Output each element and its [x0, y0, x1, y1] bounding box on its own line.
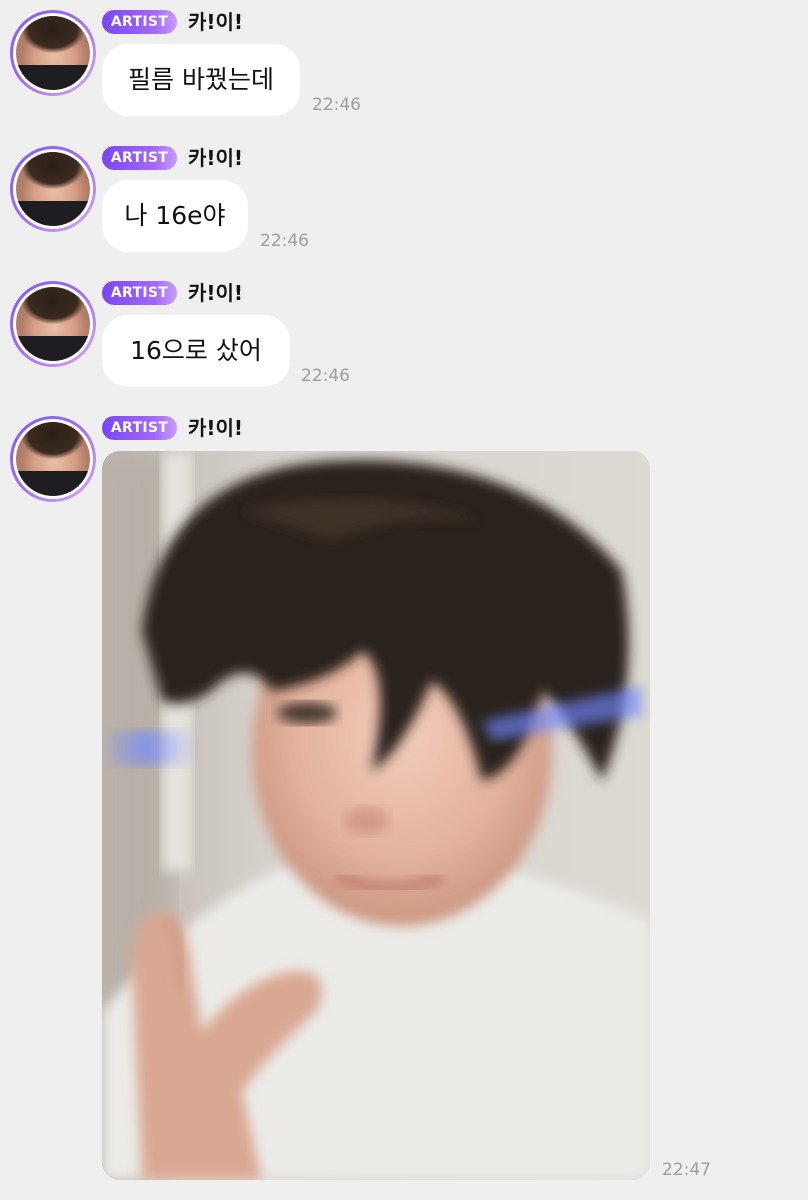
artist-avatar[interactable]	[10, 10, 96, 96]
photo-message[interactable]	[102, 451, 650, 1180]
message-bubble[interactable]: 16으로 샀어	[102, 315, 290, 387]
artist-badge: ARTIST	[102, 416, 177, 440]
message-bubble[interactable]: 필름 바꿨는데	[102, 44, 300, 116]
artist-badge: ARTIST	[102, 146, 177, 170]
message-timestamp: 22:46	[301, 366, 350, 386]
profile-photo	[16, 16, 90, 90]
profile-photo	[16, 152, 90, 226]
sender-name: 카!이!	[188, 146, 244, 170]
message-timestamp: 22:46	[260, 231, 309, 251]
sender-name: 카!이!	[188, 281, 244, 305]
selfie-image	[102, 451, 650, 1180]
sender-name: 카!이!	[188, 10, 244, 34]
message-timestamp: 22:46	[312, 95, 361, 115]
message-timestamp: 22:47	[662, 1160, 711, 1180]
artist-badge: ARTIST	[102, 10, 177, 34]
sender-name: 카!이!	[188, 416, 244, 440]
artist-avatar[interactable]	[10, 146, 96, 232]
message-bubble[interactable]: 나 16e야	[102, 180, 248, 252]
profile-photo	[16, 422, 90, 496]
profile-photo	[16, 287, 90, 361]
artist-avatar[interactable]	[10, 416, 96, 502]
artist-avatar[interactable]	[10, 281, 96, 367]
artist-badge: ARTIST	[102, 281, 177, 305]
